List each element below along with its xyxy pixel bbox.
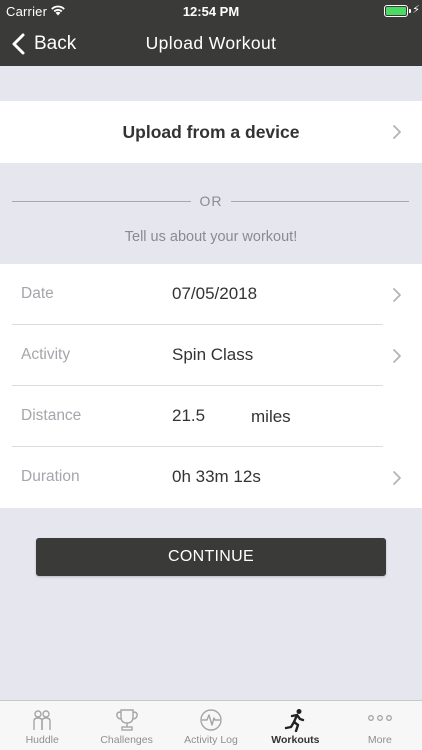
chevron-right-icon — [392, 287, 402, 303]
continue-button[interactable]: CONTINUE — [36, 538, 386, 576]
status-bar: Carrier 12:54 PM ⚡ — [0, 0, 422, 22]
tab-label: Challenges — [100, 734, 153, 746]
tab-more[interactable]: More — [338, 701, 422, 750]
trophy-icon — [115, 709, 138, 731]
tab-label: Workouts — [271, 734, 320, 746]
duration-value: 0h 33m 12s — [172, 467, 261, 486]
battery-icon — [384, 5, 408, 17]
activity-field[interactable]: Activity Spin Class — [0, 325, 422, 386]
more-dots-icon — [367, 715, 392, 721]
distance-value[interactable]: 21.5 — [172, 406, 205, 426]
tab-activity-log[interactable]: Activity Log — [169, 701, 253, 750]
upload-from-device-button[interactable]: Upload from a device — [0, 101, 422, 163]
workout-form: Date 07/05/2018 Activity Spin Class Dist… — [0, 264, 422, 508]
chevron-right-icon — [392, 348, 402, 364]
or-label: OR — [199, 193, 223, 209]
upload-label: Upload from a device — [122, 121, 300, 142]
tab-huddle[interactable]: Huddle — [0, 701, 84, 750]
distance-unit[interactable]: miles — [251, 407, 291, 427]
huddle-icon — [33, 710, 51, 730]
pulse-icon — [200, 709, 222, 731]
page-title: Upload Workout — [145, 33, 277, 53]
tab-bar: Huddle Challenges Activity Log Workouts — [0, 700, 422, 750]
duration-field[interactable]: Duration 0h 33m 12s — [0, 447, 422, 508]
header: Carrier 12:54 PM ⚡ Back Upload Workout — [0, 0, 422, 66]
battery-tip — [409, 9, 411, 13]
distance-field[interactable]: Distance 21.5 miles — [0, 386, 422, 447]
workout-prompt: Tell us about your workout! — [124, 229, 298, 245]
tab-label: Huddle — [25, 734, 59, 746]
tab-workouts[interactable]: Workouts — [253, 701, 337, 750]
chevron-right-icon — [392, 124, 402, 140]
date-value: 07/05/2018 — [172, 284, 258, 303]
nav-bar: Back Upload Workout — [0, 22, 422, 66]
tab-label: More — [367, 734, 392, 746]
date-label: Date — [21, 285, 54, 302]
distance-label: Distance — [21, 407, 82, 424]
status-time: 12:54 PM — [182, 4, 240, 19]
duration-label: Duration — [21, 468, 80, 485]
activity-value: Spin Class — [172, 345, 254, 364]
charging-bolt-icon: ⚡ — [412, 4, 420, 16]
activity-label: Activity — [21, 346, 71, 363]
chevron-right-icon — [392, 470, 402, 486]
date-field[interactable]: Date 07/05/2018 — [0, 264, 422, 325]
tab-challenges[interactable]: Challenges — [84, 701, 168, 750]
tab-label: Activity Log — [184, 734, 238, 746]
runner-icon — [285, 709, 305, 732]
